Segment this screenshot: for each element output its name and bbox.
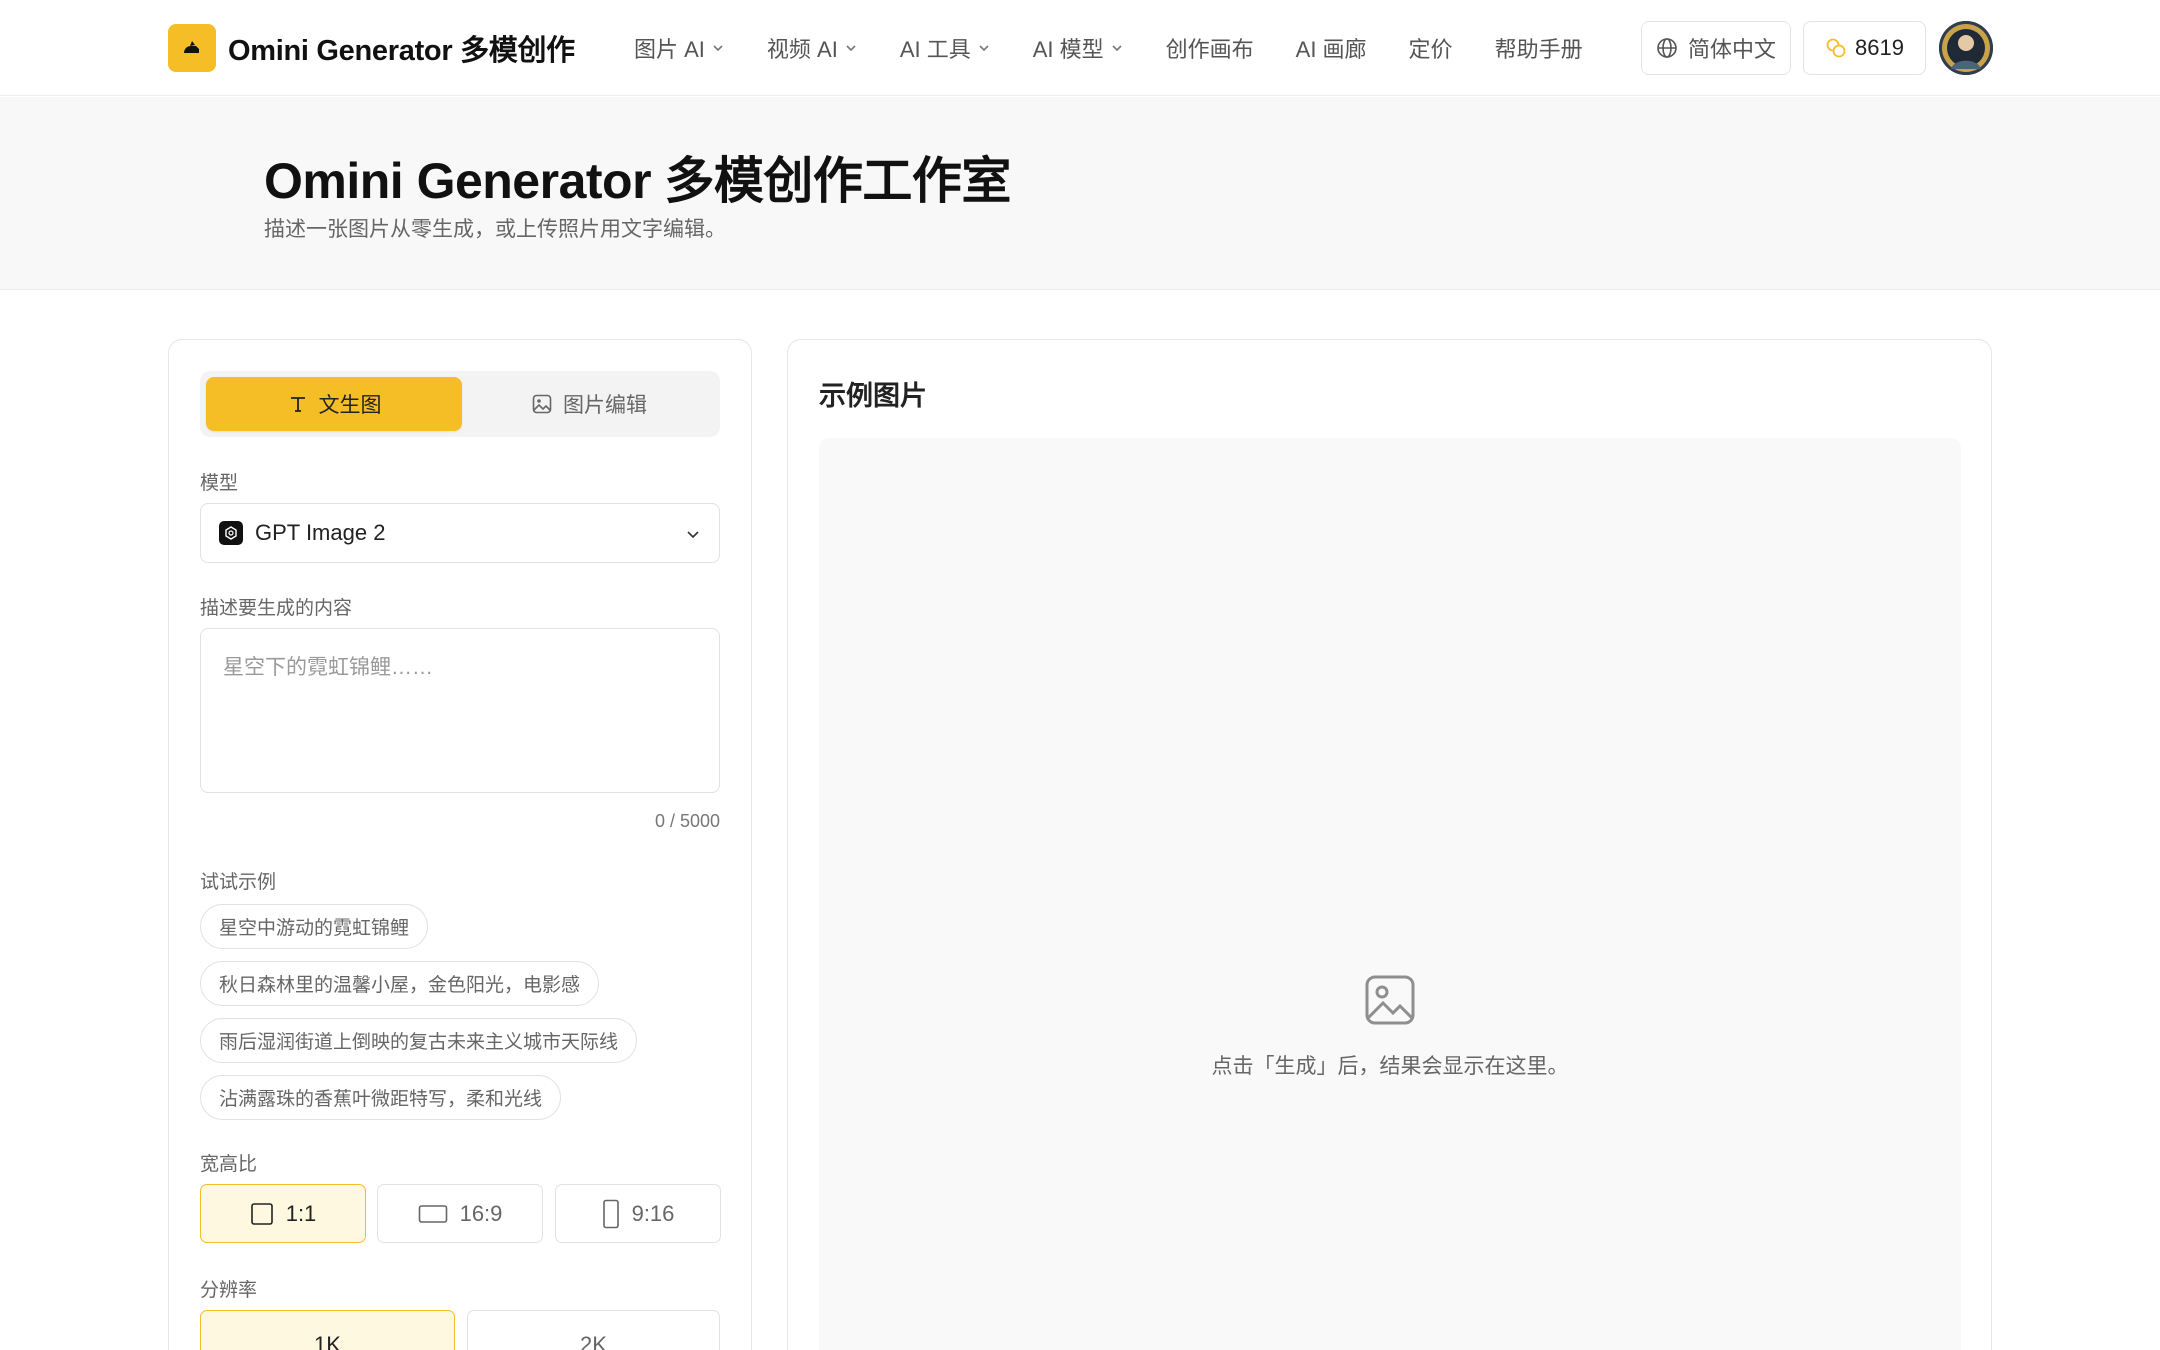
preview-title: 示例图片 (819, 381, 927, 411)
nav-item-label: 视频 AI (766, 37, 838, 62)
example-chip[interactable]: 秋日森林里的温馨小屋，金色阳光，电影感 (200, 961, 600, 1006)
preview-area: 点击「生成」后，结果会显示在这里。 (819, 438, 1961, 1350)
nav-item-label: 图片 AI (634, 37, 705, 62)
examples-label: 试试示例 (200, 872, 277, 893)
chevron-down-icon (979, 45, 989, 52)
model-value: GPT Image 2 (255, 520, 386, 545)
aspect-9-16-button[interactable]: 9:16 (555, 1184, 721, 1243)
avatar[interactable] (1939, 21, 1993, 75)
resolution-2k-button[interactable]: 2K (467, 1310, 720, 1350)
nav-item-label: 定价 (1408, 37, 1453, 62)
nav-item-label: 创作画布 (1165, 37, 1254, 62)
globe-icon (1657, 38, 1677, 58)
example-chip[interactable]: 沾满露珠的香蕉叶微距特写，柔和光线 (200, 1075, 562, 1120)
nav-item-canvas[interactable]: 创作画布 (1166, 32, 1254, 64)
image-placeholder-icon (1365, 975, 1415, 1025)
page-subtitle: 描述一张图片从零生成，或上传照片用文字编辑。 (264, 218, 726, 241)
example-chip[interactable]: 星空中游动的霓虹锦鲤 (200, 904, 429, 949)
generator-form-panel: 文生图 图片编辑 模型 GPT Image 2 描述要生成的内容 星空下的霓虹锦… (168, 339, 752, 1350)
tab-label: 图片编辑 (563, 394, 647, 417)
nav-item-label: AI 模型 (1032, 37, 1104, 62)
aspect-16-9-button[interactable]: 16:9 (377, 1184, 543, 1243)
chevron-down-icon (713, 45, 723, 52)
aspect-label: 9:16 (631, 1200, 675, 1226)
language-label: 简体中文 (1687, 37, 1776, 62)
character-counter: 0 / 5000 (654, 811, 720, 831)
top-navbar: Omini Generator 多模创作 图片 AI 视频 AI AI 工具 A… (0, 0, 2160, 96)
example-chip[interactable]: 雨后湿润街道上倒映的复古未来主义城市天际线 (200, 1018, 638, 1063)
model-label: 模型 (200, 473, 239, 494)
chevron-down-icon (1112, 45, 1122, 52)
aspect-ratio-label: 宽高比 (200, 1154, 258, 1175)
tab-label: 文生图 (318, 394, 382, 417)
nav-item-video-ai[interactable]: 视频 AI (767, 32, 858, 64)
aspect-label: 16:9 (459, 1200, 503, 1226)
nav-item-help[interactable]: 帮助手册 (1495, 32, 1583, 64)
empty-state-text: 点击「生成」后，结果会显示在这里。 (1211, 1055, 1569, 1078)
resolution-1k-button[interactable]: 1K (200, 1310, 455, 1350)
logo[interactable] (168, 24, 216, 72)
coins-icon (1826, 38, 1846, 58)
avatar-image (1939, 21, 1993, 75)
preview-panel: 示例图片 点击「生成」后，结果会显示在这里。 (787, 339, 1992, 1350)
prompt-label: 描述要生成的内容 (200, 598, 353, 619)
tab-text-to-image[interactable]: 文生图 (206, 377, 462, 431)
hero-section: Omini Generator 多模创作工作室 描述一张图片从零生成，或上传照片… (0, 97, 2160, 290)
model-select[interactable]: GPT Image 2 (200, 503, 720, 563)
resolution-value: 1K (314, 1332, 341, 1350)
aspect-1-1-button[interactable]: 1:1 (200, 1184, 366, 1243)
square-icon (250, 1202, 273, 1225)
nav-item-pricing[interactable]: 定价 (1409, 32, 1453, 64)
nav-item-image-ai[interactable]: 图片 AI (634, 32, 725, 64)
landscape-icon (418, 1204, 447, 1223)
nav-item-label: 帮助手册 (1494, 37, 1583, 62)
prompt-placeholder: 星空下的霓虹锦鲤…… (223, 656, 433, 679)
main-nav: 图片 AI 视频 AI AI 工具 AI 模型 创作画布 AI 画廊 定价 帮助… (634, 0, 1625, 96)
text-icon (290, 397, 305, 412)
nav-item-label: AI 画廊 (1295, 37, 1367, 62)
logo-icon (184, 41, 199, 53)
image-icon (532, 394, 552, 414)
brand-name[interactable]: Omini Generator 多模创作 (228, 27, 575, 69)
tab-image-edit[interactable]: 图片编辑 (464, 377, 714, 431)
openai-icon (219, 521, 243, 545)
credits-button[interactable]: 8619 (1803, 21, 1926, 75)
language-button[interactable]: 简体中文 (1641, 21, 1791, 75)
chevron-down-icon (687, 531, 699, 539)
resolution-value: 2K (580, 1332, 607, 1350)
page-title: Omini Generator 多模创作工作室 (264, 153, 1011, 209)
chevron-down-icon (846, 45, 856, 52)
credits-count: 8619 (1855, 35, 1904, 60)
nav-item-label: AI 工具 (899, 37, 971, 62)
mode-switch: 文生图 图片编辑 (200, 371, 720, 437)
nav-item-ai-models[interactable]: AI 模型 (1033, 32, 1124, 64)
aspect-label: 1:1 (285, 1200, 317, 1226)
prompt-input[interactable]: 星空下的霓虹锦鲤…… (200, 628, 720, 793)
resolution-label: 分辨率 (200, 1280, 258, 1301)
nav-item-ai-tools[interactable]: AI 工具 (900, 32, 991, 64)
portrait-icon (602, 1199, 619, 1228)
nav-item-gallery[interactable]: AI 画廊 (1296, 32, 1367, 64)
